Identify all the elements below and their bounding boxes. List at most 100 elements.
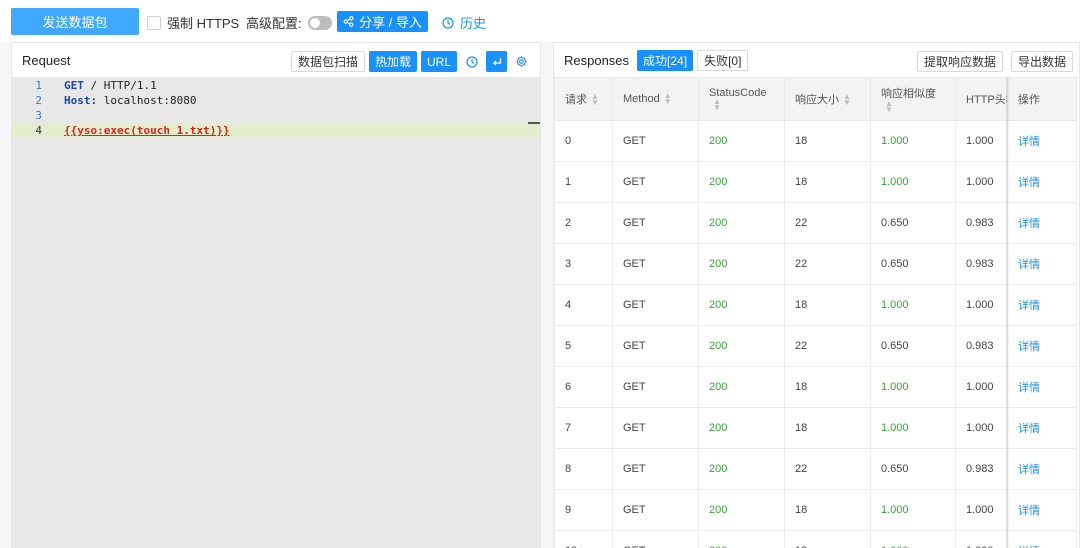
- scroll-marker: [528, 122, 540, 124]
- response-size-cell: 18: [784, 284, 871, 326]
- request-index-cell: 1: [554, 161, 613, 203]
- header-similarity-cell: 0.983: [955, 202, 1008, 244]
- method-cell: GET: [612, 243, 699, 285]
- editor-line-active: 4 {{yso:exec(touch 1.txt)}}: [12, 123, 540, 138]
- detail-link-cell[interactable]: 详情: [1007, 202, 1077, 244]
- packet-scan-button[interactable]: 数据包扫描: [290, 51, 365, 72]
- column-header[interactable]: HTTP头相似度: [955, 77, 1008, 121]
- responses-tools: 提取响应数据 导出数据: [916, 51, 1073, 72]
- detail-link-cell[interactable]: 详情: [1007, 530, 1077, 548]
- line-number: 1: [35, 79, 42, 92]
- method-cell: GET: [612, 530, 699, 548]
- request-title: Request: [22, 52, 71, 68]
- table-row[interactable]: 7 GET 200 18 1.000 1.000 详情: [554, 407, 1077, 449]
- method-cell: GET: [612, 325, 699, 367]
- extract-response-button[interactable]: 提取响应数据: [916, 51, 1003, 72]
- request-index-cell: 0: [554, 120, 613, 162]
- advanced-config-label: 高级配置:: [246, 16, 302, 31]
- column-header[interactable]: StatusCode▲ ▼: [698, 77, 785, 121]
- request-index-cell: 3: [554, 243, 613, 285]
- settings-button[interactable]: [511, 51, 532, 72]
- history-button[interactable]: 历史: [442, 13, 486, 32]
- send-packet-button[interactable]: 发送数据包: [11, 8, 139, 35]
- column-header[interactable]: 请求 ▲ ▼: [554, 77, 613, 121]
- table-row[interactable]: 8 GET 200 22 0.650 0.983 详情: [554, 448, 1077, 490]
- header-similarity-cell: 1.000: [955, 407, 1008, 449]
- response-size-cell: 22: [784, 243, 871, 285]
- detail-link-cell[interactable]: 详情: [1007, 161, 1077, 203]
- method-cell: GET: [612, 161, 699, 203]
- request-index-cell: 8: [554, 448, 613, 490]
- detail-link-cell[interactable]: 详情: [1007, 120, 1077, 162]
- table-row[interactable]: 10GET200181.0001.000详情: [554, 530, 1077, 548]
- line-number: 3: [35, 109, 42, 122]
- response-similarity-cell: 1.000: [870, 284, 956, 326]
- header-similarity-cell: 1.000: [955, 530, 1008, 548]
- wrap-toggle-button[interactable]: [486, 51, 507, 72]
- detail-link-cell[interactable]: 详情: [1007, 243, 1077, 285]
- gear-icon: [516, 56, 527, 67]
- column-label: HTTP头相似度: [966, 94, 1007, 106]
- column-header[interactable]: Method ▲ ▼: [612, 77, 699, 121]
- force-https-checkbox[interactable]: [147, 15, 161, 30]
- responses-panel: Responses 成功[24] 失败[0] 提取响应数据 导出数据 请求 ▲ ▼ …: [553, 42, 1080, 548]
- history-clock-icon: [442, 16, 454, 29]
- tab-success[interactable]: 成功[24]: [637, 49, 694, 71]
- column-header[interactable]: 响应大小 ▲ ▼: [784, 77, 871, 121]
- detail-link-cell[interactable]: 详情: [1007, 407, 1077, 449]
- history-icon-button[interactable]: [461, 51, 482, 72]
- table-row[interactable]: 3 GET 200 22 0.650 0.983 详情: [554, 243, 1077, 285]
- method-cell: GET: [612, 366, 699, 408]
- share-import-button[interactable]: 分享 / 导入: [337, 11, 428, 32]
- table-row[interactable]: 5 GET 200 22 0.650 0.983 详情: [554, 325, 1077, 367]
- force-https-label: 强制 HTTPS: [167, 16, 240, 31]
- response-size-cell: 18: [784, 120, 871, 162]
- sort-icon[interactable]: ▲ ▼: [885, 100, 893, 114]
- tab-fail[interactable]: 失败[0]: [697, 49, 749, 71]
- table-row[interactable]: 2 GET 200 22 0.650 0.983 详情: [554, 202, 1077, 244]
- hot-load-button[interactable]: 热加载: [368, 51, 417, 72]
- fixed-column-shadow: [1006, 77, 1010, 548]
- sort-icon[interactable]: ▲ ▼: [713, 98, 721, 112]
- detail-link-cell[interactable]: 详情: [1007, 489, 1077, 531]
- detail-link-cell[interactable]: 详情: [1007, 284, 1077, 326]
- advanced-config: 高级配置:: [246, 13, 332, 32]
- method-cell: GET: [612, 407, 699, 449]
- detail-link-cell[interactable]: 详情: [1007, 448, 1077, 490]
- export-data-button[interactable]: 导出数据: [1010, 51, 1073, 72]
- detail-link-cell[interactable]: 详情: [1007, 366, 1077, 408]
- table-row[interactable]: 1 GET 200 18 1.000 1.000 详情: [554, 161, 1077, 203]
- sort-icon[interactable]: ▲ ▼: [591, 93, 599, 107]
- header-similarity-cell: 1.000: [955, 366, 1008, 408]
- table-row[interactable]: 9 GET 200 18 1.000 1.000 详情: [554, 489, 1077, 531]
- request-index-cell: 10: [554, 530, 613, 548]
- method-cell: GET: [612, 489, 699, 531]
- status-code-cell: 200: [698, 202, 785, 244]
- http-method: GET: [64, 79, 84, 92]
- table-row[interactable]: 6 GET 200 18 1.000 1.000 详情: [554, 366, 1077, 408]
- table-row[interactable]: 0 GET 200 18 1.000 1.000 详情: [554, 120, 1077, 162]
- table-row[interactable]: 4 GET 200 18 1.000 1.000 详情: [554, 284, 1077, 326]
- advanced-config-toggle[interactable]: [307, 15, 332, 30]
- request-index-cell: 9: [554, 489, 613, 531]
- column-header[interactable]: 响应相似度▲ ▼: [870, 77, 956, 121]
- responses-header: Responses 成功[24] 失败[0] 提取响应数据 导出数据: [554, 43, 1079, 77]
- url-button[interactable]: URL: [420, 51, 457, 72]
- sort-icon[interactable]: ▲ ▼: [843, 93, 851, 107]
- request-index-cell: 7: [554, 407, 613, 449]
- response-similarity-cell: 1.000: [870, 530, 956, 548]
- request-editor[interactable]: 1 GET / HTTP/1.1 2 Host: localhost:8080 …: [12, 77, 540, 548]
- responses-title: Responses: [564, 52, 630, 68]
- response-similarity-cell: 1.000: [870, 161, 956, 203]
- force-https-option[interactable]: 强制 HTTPS: [147, 13, 239, 32]
- request-line-rest: / HTTP/1.1: [83, 79, 157, 92]
- sort-icon[interactable]: ▲ ▼: [664, 92, 672, 106]
- status-code-cell: 200: [698, 366, 785, 408]
- responses-table-container[interactable]: 请求 ▲ ▼ Method ▲ ▼ StatusCode▲ ▼ 响应大小 ▲ ▼ 响应相似度▲…: [554, 77, 1080, 548]
- editor-line: 3: [12, 108, 540, 123]
- share-icon: [343, 16, 354, 27]
- detail-link-cell[interactable]: 详情: [1007, 325, 1077, 367]
- editor-line: 2 Host: localhost:8080: [12, 93, 540, 108]
- header-similarity-cell: 1.000: [955, 120, 1008, 162]
- status-code-cell: 200: [698, 284, 785, 326]
